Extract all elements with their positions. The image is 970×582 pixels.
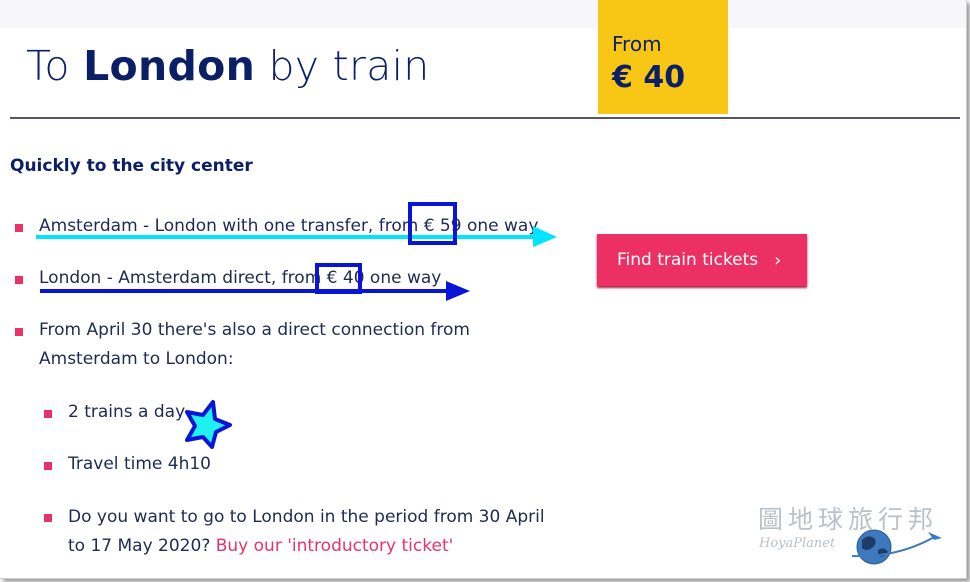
star-icon	[185, 400, 232, 449]
blue-arrow-head	[446, 281, 470, 301]
annotation-overlay	[36, 202, 557, 449]
cyan-arrow-head	[533, 226, 557, 247]
page-frame: To London by train From € 40 Quickly to …	[0, 0, 967, 579]
price-40-highlight-box	[315, 263, 362, 294]
globe-plane-icon	[851, 529, 942, 565]
watermark-hoyaplanet: HoyaPlanet	[759, 536, 836, 551]
